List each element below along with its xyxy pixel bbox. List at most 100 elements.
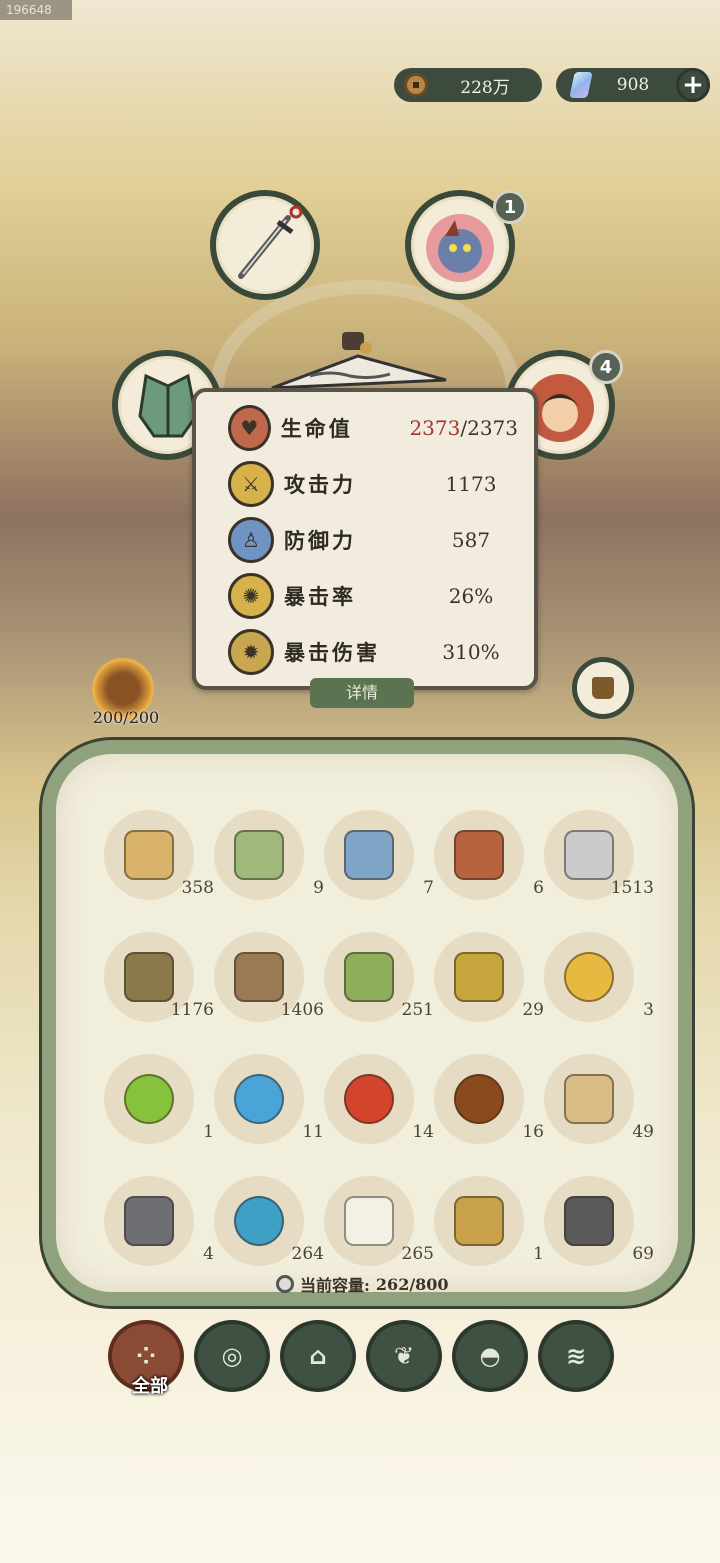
item-count: 9: [313, 878, 324, 898]
log-icon: ◎: [221, 1342, 243, 1370]
crit-rate-row: ✺ 暴击率 26%: [228, 572, 518, 620]
hp-max: /2373: [460, 416, 518, 440]
tab-food[interactable]: ◓: [452, 1320, 528, 1392]
cup-button[interactable]: [572, 657, 634, 719]
tab-all[interactable]: ⁘ 全部: [108, 1320, 184, 1397]
green-pouch-icon: [234, 830, 284, 880]
item-count: 1: [203, 1122, 214, 1142]
inventory-panel: 358 9 7 6 1513 1176 1406 251 29 3 1 11 14 16 49 4 264 265…: [42, 740, 692, 1306]
cup-icon: [592, 677, 614, 699]
coin-balance[interactable]: 228万: [394, 68, 542, 102]
item-count: 16: [522, 1122, 544, 1142]
bowl-icon: ◓: [479, 1342, 501, 1370]
atk-label: 攻击力: [284, 472, 356, 497]
item-count: 29: [522, 1000, 544, 1020]
capacity-icon: [276, 1275, 294, 1293]
flower-herb-icon: [454, 952, 504, 1002]
tab-wood[interactable]: ◎: [194, 1320, 270, 1392]
bamboo-icon: [344, 952, 394, 1002]
inventory-item-bamboo[interactable]: 251: [324, 932, 434, 1022]
watermark-id: 196648: [0, 0, 72, 20]
crit-rate-icon: ✺: [228, 573, 274, 619]
hp-label: 生命值: [280, 416, 353, 441]
stats-panel: ♥ 生命值 2373/2373 ⚔ 攻击力 1173 ♙ 防御力 587 ✺ 暴…: [192, 388, 538, 690]
capacity-label: 当前容量:: [300, 1276, 370, 1295]
item-count: 265: [401, 1244, 434, 1264]
item-count: 251: [401, 1000, 434, 1020]
item-count: 6: [533, 878, 544, 898]
inventory-item-log[interactable]: 1406: [214, 932, 324, 1022]
inventory-item-gold-orb[interactable]: 3: [544, 932, 654, 1022]
crit-dmg-value: 310%: [442, 640, 500, 664]
tab-scrolls[interactable]: ≋: [538, 1320, 614, 1392]
scroll-icon: ≋: [565, 1342, 587, 1370]
blue-pouch-icon: [344, 830, 394, 880]
hero-count-badge: 4: [589, 350, 623, 384]
capacity-value: 262/800: [375, 1274, 449, 1294]
item-count: 69: [632, 1244, 654, 1264]
blue-orb-icon: [234, 1074, 284, 1124]
item-count: 358: [181, 878, 214, 898]
inventory-item-rice-cake[interactable]: 265: [324, 1176, 434, 1266]
inventory-item-red-orb[interactable]: 14: [324, 1054, 434, 1144]
brown-orb-icon: [454, 1074, 504, 1124]
def-row: ♙ 防御力 587: [228, 516, 518, 564]
gem-balance[interactable]: 908 +: [556, 68, 710, 102]
def-value: 587: [451, 528, 491, 552]
leaf-icon: ❦: [393, 1342, 415, 1370]
inventory-item-blue-pouch[interactable]: 7: [324, 810, 434, 900]
ore-rock-icon: [564, 1196, 614, 1246]
log-icon: [234, 952, 284, 1002]
hp-current: 2373: [409, 416, 461, 440]
add-gems-button[interactable]: +: [676, 68, 710, 102]
item-count: 1513: [610, 878, 654, 898]
sword-icon: [238, 205, 303, 279]
inventory-item-flower-herb[interactable]: 29: [434, 932, 544, 1022]
atk-row: ⚔ 攻击力 1173: [228, 460, 518, 508]
heart-icon: ♥: [228, 405, 271, 451]
crit-rate-value: 26%: [448, 584, 494, 608]
tab-herbs[interactable]: ❦: [366, 1320, 442, 1392]
coin-value: 228万: [460, 77, 510, 98]
inventory-item-green-pouch[interactable]: 9: [214, 810, 324, 900]
crit-dmg-row: ✹ 暴击伤害 310%: [228, 628, 518, 676]
inventory-item-blue-orb[interactable]: 11: [214, 1054, 324, 1144]
crit-damage-icon: ✹: [228, 629, 274, 675]
attack-icon: ⚔: [228, 461, 274, 507]
inventory-item-gold-token[interactable]: 1: [434, 1176, 544, 1266]
house-icon: ⌂: [309, 1342, 327, 1370]
inventory-item-scroll[interactable]: 358: [104, 810, 214, 900]
inventory-item-brown-orb[interactable]: 16: [434, 1054, 544, 1144]
inventory-item-green-orb[interactable]: 1: [104, 1054, 214, 1144]
item-count: 11: [302, 1122, 324, 1142]
inventory-item-ore-rock[interactable]: 69: [544, 1176, 654, 1266]
tab-all-label: 全部: [132, 1376, 168, 1397]
stamina-value: 200/200: [92, 708, 160, 727]
green-orb-icon: [124, 1074, 174, 1124]
category-tabs: ⁘ 全部 ◎ ⌂ ❦ ◓ ≋: [108, 1320, 618, 1400]
inventory-item-stone[interactable]: 1513: [544, 810, 654, 900]
inventory-item-spirit-orb[interactable]: 264: [214, 1176, 324, 1266]
tab-building[interactable]: ⌂: [280, 1320, 356, 1392]
hp-row: ♥ 生命值 2373/2373: [228, 404, 518, 452]
item-count: 49: [632, 1122, 654, 1142]
inventory-item-planks[interactable]: 49: [544, 1054, 654, 1144]
pet-count-badge: 1: [493, 190, 527, 224]
item-count: 7: [423, 878, 434, 898]
item-count: 264: [291, 1244, 324, 1264]
item-count: 1: [533, 1244, 544, 1264]
defense-icon: ♙: [228, 517, 274, 563]
item-count: 3: [643, 1000, 654, 1020]
def-label: 防御力: [284, 528, 356, 553]
inventory-item-token-badge[interactable]: 6: [434, 810, 544, 900]
pet-slot[interactable]: 1: [405, 190, 527, 300]
weapon-slot[interactable]: [210, 190, 320, 300]
gem-value: 908: [616, 75, 650, 95]
item-count: 14: [412, 1122, 434, 1142]
detail-button[interactable]: 详情: [310, 678, 414, 708]
coin-icon: [404, 73, 428, 97]
spirit-orb-icon: [234, 1196, 284, 1246]
inventory-item-herb-bundle[interactable]: 1176: [104, 932, 214, 1022]
inventory-item-iron-ingot[interactable]: 4: [104, 1176, 214, 1266]
capacity-indicator: 当前容量: 262/800: [276, 1272, 449, 1296]
